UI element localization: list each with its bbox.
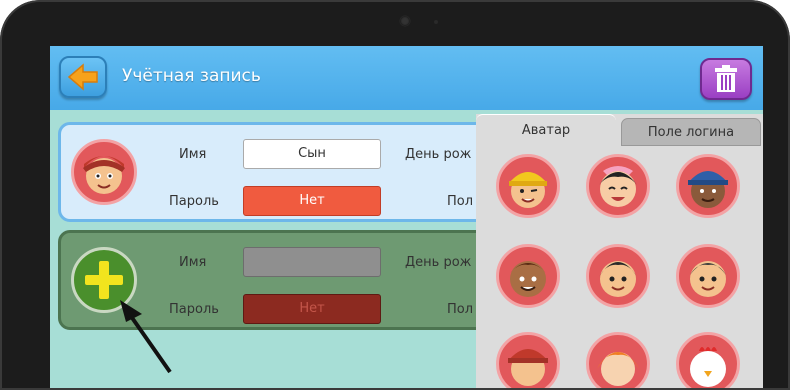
avatar-option[interactable] [586, 244, 650, 308]
avatar-boy-blue-cap-icon [688, 171, 728, 208]
delete-button[interactable] [700, 58, 752, 100]
birthday-label: День рож [405, 147, 472, 162]
tab-avatar[interactable]: Аватар [476, 114, 616, 146]
new-account-card[interactable]: Имя День рож Пароль Нет Пол [58, 230, 528, 330]
tablet-bezel: Учётная запись Имя Сын День рож Пароль Н… [0, 0, 790, 390]
name-label: Имя [179, 147, 207, 162]
account-avatar[interactable] [71, 139, 137, 205]
account-card[interactable]: Имя Сын День рож Пароль Нет Пол [58, 122, 528, 222]
avatar-option[interactable] [496, 332, 560, 390]
avatar-option[interactable] [676, 244, 740, 308]
avatar-boy-yellow-cap-icon [509, 172, 547, 208]
avatar-option[interactable] [586, 154, 650, 218]
gender-label: Пол [447, 302, 474, 317]
birthday-label: День рож [405, 255, 472, 270]
trash-icon [715, 65, 737, 92]
add-account-button[interactable] [71, 247, 137, 313]
sensor-icon [434, 20, 438, 24]
avatar-boy-brown-icon [510, 261, 546, 297]
gender-label: Пол [447, 194, 474, 209]
camera-icon [400, 16, 410, 26]
avatar-boy-gray-icon [690, 261, 726, 297]
back-button[interactable] [59, 56, 107, 98]
password-label: Пароль [169, 194, 219, 209]
plus-icon [85, 261, 123, 299]
avatar-option[interactable] [676, 154, 740, 218]
avatar-girl-pink-icon [599, 166, 637, 207]
name-label: Имя [179, 255, 207, 270]
password-button[interactable]: Нет [243, 186, 381, 216]
tab-login-field[interactable]: Поле логина [621, 118, 761, 146]
arrow-left-icon [67, 63, 98, 91]
avatar-option[interactable] [496, 244, 560, 308]
avatar-chicken-icon [690, 347, 726, 387]
name-input[interactable] [243, 247, 381, 277]
title-bar: Учётная запись [50, 46, 763, 110]
app-screen: Учётная запись Имя Сын День рож Пароль Н… [50, 46, 763, 390]
boy-avatar-icon [83, 156, 125, 194]
password-button[interactable]: Нет [243, 294, 381, 324]
avatar-boy-red-cap-icon [508, 349, 548, 386]
avatar-option[interactable] [496, 154, 560, 218]
name-input[interactable]: Сын [243, 139, 381, 169]
avatar-panel: Аватар Поле логина [476, 114, 763, 390]
avatar-girl-black-hair-icon [599, 261, 637, 297]
avatar-option[interactable] [676, 332, 740, 390]
avatar-option[interactable] [586, 332, 650, 390]
avatar-girl-orange-hair-icon [597, 352, 639, 386]
password-label: Пароль [169, 302, 219, 317]
page-title: Учётная запись [122, 66, 261, 86]
